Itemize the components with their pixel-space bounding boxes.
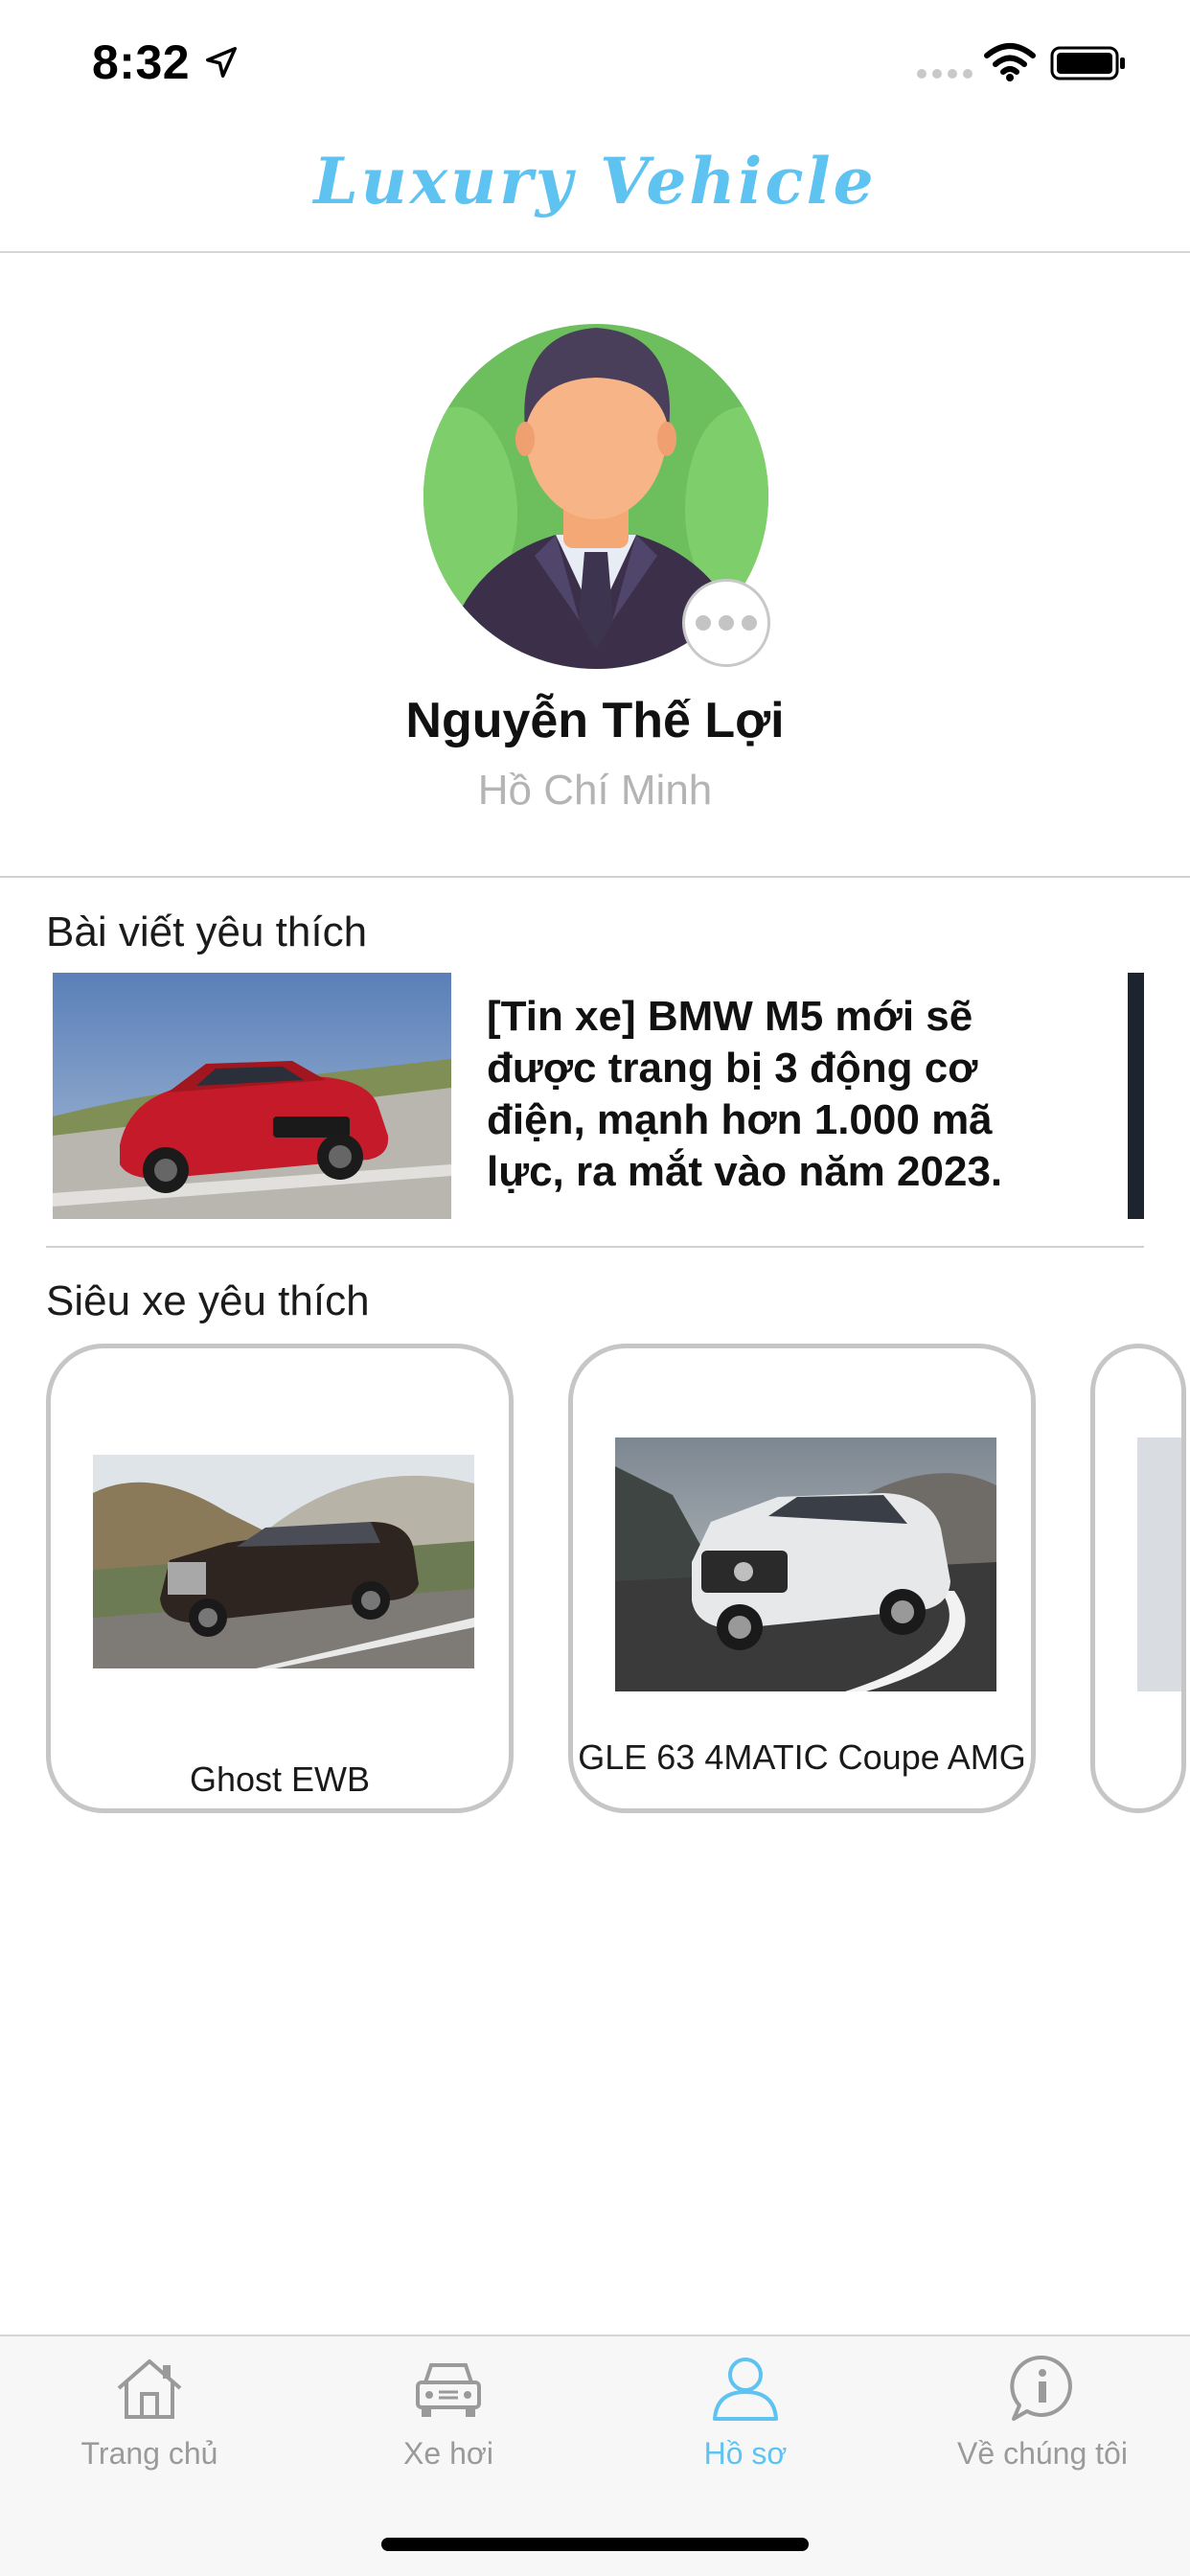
tab-profile[interactable]: Hồ sơ [630, 2354, 860, 2472]
tab-label: Trang chủ [80, 2436, 218, 2471]
more-dot-icon [719, 615, 734, 631]
profile-icon [713, 2358, 778, 2421]
tab-label: Về chúng tôi [957, 2436, 1128, 2471]
more-dot-icon [742, 615, 757, 631]
post-title[interactable]: [Tin xe] BMW M5 mới sẽ được trang bị 3 đ… [487, 991, 1062, 1198]
car-photo [615, 1438, 996, 1691]
header-divider [0, 251, 1190, 253]
info-icon [1010, 2355, 1072, 2421]
tab-label: Xe hơi [403, 2436, 493, 2471]
home-indicator[interactable] [381, 2538, 809, 2551]
favorite-posts-title: Bài viết yêu thích [46, 908, 368, 955]
more-dot-icon [696, 615, 711, 631]
car-photo [1137, 1438, 1181, 1691]
car-photo [93, 1455, 474, 1668]
profile-divider [0, 876, 1190, 878]
tab-home[interactable]: Trang chủ [34, 2354, 264, 2472]
bmw-m5-photo [53, 973, 451, 1219]
user-location: Hồ Chí Minh [477, 767, 713, 814]
battery-icon [1050, 46, 1125, 80]
status-time: 8:32 [92, 35, 191, 89]
car-card[interactable] [1090, 1344, 1186, 1813]
next-post-thumbnail[interactable] [1128, 973, 1144, 1219]
app-title: Luxury Vehicle [313, 144, 877, 218]
favorite-cars-title: Siêu xe yêu thích [46, 1277, 370, 1324]
car-card[interactable]: Ghost EWB [46, 1344, 514, 1813]
tab-cars[interactable]: Xe hơi [333, 2354, 563, 2472]
tab-about[interactable]: Về chúng tôi [927, 2354, 1157, 2472]
posts-divider [46, 1246, 1144, 1248]
home-icon [117, 2359, 182, 2419]
location-arrow-icon [206, 47, 237, 78]
car-icon [416, 2363, 481, 2417]
avatar-more-button[interactable] [682, 579, 770, 667]
car-name: GLE 63 4MATIC Coupe AMG [578, 1737, 1026, 1777]
car-card[interactable]: GLE 63 4MATIC Coupe AMG [568, 1344, 1036, 1813]
post-thumbnail[interactable] [53, 973, 451, 1219]
car-name: Ghost EWB [189, 1760, 371, 1799]
tab-label: Hồ sơ [703, 2436, 788, 2471]
user-name: Nguyễn Thế Lợi [405, 693, 785, 748]
wifi-icon [984, 43, 1036, 81]
cellular-signal-icon [917, 69, 973, 79]
